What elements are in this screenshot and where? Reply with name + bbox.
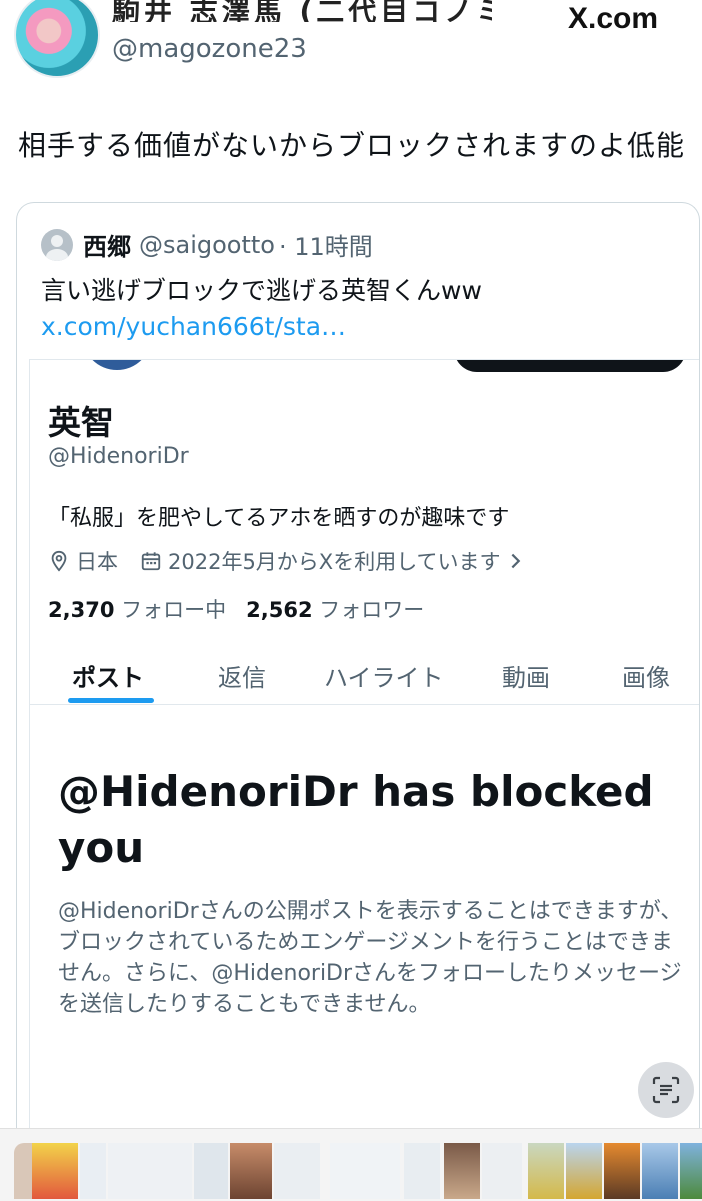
location-icon: [51, 550, 67, 572]
profile-joined: 2022年5月からXを利用しています: [168, 550, 501, 574]
site-watermark: X.com: [568, 2, 659, 35]
thumbnail[interactable]: [604, 1143, 640, 1199]
thumbnail[interactable]: [528, 1143, 564, 1199]
quoted-post-time: · 11時間: [278, 233, 373, 261]
thumbnail[interactable]: [194, 1143, 228, 1199]
thumbnail[interactable]: [230, 1143, 272, 1199]
followers-label: フォロワー: [319, 598, 425, 622]
profile-meta: 日本 2022年5月からXを利用しています: [48, 546, 531, 576]
tweet-header: 駒井 志澤馬 (二代目コノミイ @magozone23 X.com: [0, 0, 702, 90]
profile-location: 日本: [76, 550, 118, 574]
follow-button: [454, 360, 686, 372]
author-handle[interactable]: @magozone23: [112, 34, 307, 64]
thumbnail[interactable]: [680, 1143, 702, 1199]
author-avatar[interactable]: [14, 0, 100, 78]
tab-posts: ポスト: [72, 664, 144, 692]
thumbnail[interactable]: [642, 1143, 678, 1199]
author-display-name[interactable]: 駒井 志澤馬 (二代目コノミイ: [112, 0, 492, 22]
thumbnail[interactable]: [32, 1143, 78, 1199]
quoted-author-name[interactable]: 西郷: [83, 227, 131, 262]
thumbnail[interactable]: [330, 1143, 400, 1199]
quoted-author-handle[interactable]: @saigootto: [139, 231, 275, 259]
tab-videos: 動画: [502, 664, 550, 692]
thumbnail[interactable]: [80, 1143, 106, 1199]
following-label: フォロー中: [121, 598, 227, 622]
tab-highlights: ハイライト: [324, 664, 444, 692]
active-tab-indicator: [68, 698, 154, 703]
profile-avatar: [82, 360, 152, 370]
tab-images: 画像: [622, 664, 670, 692]
embedded-profile-screenshot: 英智 @HidenoriDr 「私服」を肥やしてるアホを晒すのが趣味です 日本 …: [29, 359, 699, 1163]
thumbnail[interactable]: [404, 1143, 440, 1199]
blocked-message: @HidenoriDrさんの公開ポストを表示することはできますが、ブロックされて…: [58, 899, 683, 1017]
quoted-post-text: 言い逃げブロックで逃げる英智くんww x.com/yuchan666t/sta…: [41, 273, 681, 345]
quoted-post-body: 言い逃げブロックで逃げる英智くんww: [41, 276, 482, 305]
thumbnail[interactable]: [108, 1143, 192, 1199]
blocked-title: @HidenoriDr has blocked you: [58, 767, 654, 872]
chevron-right-icon: [511, 553, 520, 569]
thumbnail[interactable]: [444, 1143, 480, 1199]
quoted-post-header: 西郷 @saigootto · 11時間: [41, 227, 373, 262]
thumbnail[interactable]: [482, 1143, 522, 1199]
profile-name: 英智: [48, 403, 114, 442]
thumbnail-strip[interactable]: [0, 1128, 702, 1201]
thumbnail[interactable]: [566, 1143, 602, 1199]
thumbnail[interactable]: [274, 1143, 320, 1199]
quoted-post-card[interactable]: 西郷 @saigootto · 11時間 言い逃げブロックで逃げる英智くんww …: [16, 202, 700, 1163]
calendar-icon: [141, 552, 161, 571]
followers-count: 2,562: [246, 598, 313, 622]
quoted-author-avatar[interactable]: [41, 228, 73, 261]
profile-handle: @HidenoriDr: [48, 444, 189, 469]
profile-follow-stats: 2,370 フォロー中 2,562 フォロワー: [48, 594, 424, 624]
tab-replies: 返信: [218, 664, 266, 692]
lens-scan-button[interactable]: [638, 1062, 694, 1118]
lens-scan-icon: [652, 1076, 680, 1104]
profile-tabs: ポスト 返信 ハイライト 動画 画像: [30, 642, 699, 705]
quoted-post-link[interactable]: x.com/yuchan666t/sta…: [41, 312, 346, 341]
tweet-text: 相手する価値がないからブロックされますのよ低能: [18, 129, 686, 162]
following-count: 2,370: [48, 598, 115, 622]
profile-bio: 「私服」を肥やしてるアホを晒すのが趣味です: [48, 506, 510, 531]
